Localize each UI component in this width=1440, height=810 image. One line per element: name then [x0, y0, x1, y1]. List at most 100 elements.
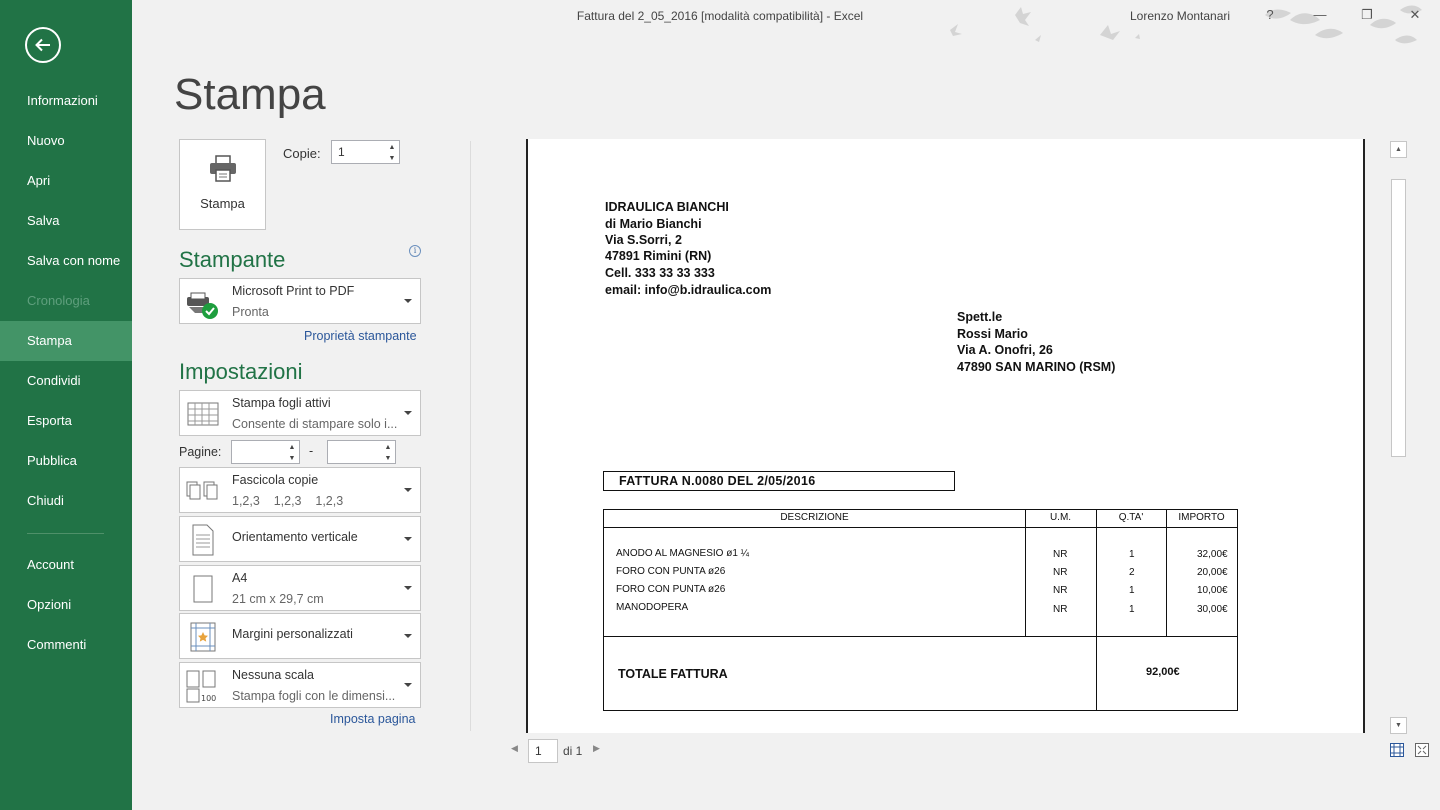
- scrollbar-thumb[interactable]: [1391, 179, 1406, 457]
- chevron-down-icon: [404, 488, 412, 492]
- orientation-dropdown[interactable]: Orientamento verticale: [179, 516, 421, 562]
- printer-properties-link[interactable]: Proprietà stampante: [304, 329, 417, 343]
- invoice-title: FATTURA N.0080 DEL 2/05/2016: [619, 474, 816, 488]
- row-desc: ANODO AL MAGNESIO ø1 ¼: [616, 548, 749, 559]
- scroll-up-icon[interactable]: ▲: [1390, 141, 1407, 158]
- nav-informazioni[interactable]: Informazioni: [0, 81, 132, 121]
- help-button[interactable]: ?: [1255, 3, 1285, 27]
- nav-esporta[interactable]: Esporta: [0, 401, 132, 441]
- copies-label: Copie:: [283, 146, 321, 161]
- page-number-input[interactable]: 1: [528, 739, 558, 763]
- recipient-line: Rossi Mario: [957, 327, 1028, 341]
- printer-section-title: Stampante: [179, 247, 286, 272]
- show-margins-icon[interactable]: [1389, 742, 1405, 758]
- pages-range-dash: -: [309, 444, 314, 458]
- zoom-to-page-icon[interactable]: [1414, 742, 1430, 758]
- copies-down-icon[interactable]: ▼: [385, 153, 399, 164]
- print-button-label: Stampa: [200, 196, 245, 211]
- printer-ready-icon: [187, 292, 218, 319]
- table-header-line: [604, 527, 1237, 528]
- invoice-table: DESCRIZIONE U.M. Q.TA' IMPORTO ANODO AL …: [603, 509, 1238, 711]
- page-setup-link[interactable]: Imposta pagina: [330, 712, 415, 726]
- user-name[interactable]: Lorenzo Montanari: [1130, 9, 1230, 23]
- pane-divider: [470, 141, 471, 731]
- info-icon[interactable]: i: [409, 245, 421, 257]
- paper-size-dropdown[interactable]: A4 21 cm x 29,7 cm: [179, 565, 421, 611]
- nav-nuovo[interactable]: Nuovo: [0, 121, 132, 161]
- arrow-left-icon: [35, 38, 50, 52]
- copies-stepper[interactable]: 1 ▲ ▼: [331, 140, 400, 164]
- recipient-line: Spett.le: [957, 310, 1003, 324]
- page-count: di 1: [563, 744, 583, 758]
- row-amount: 10,00€: [1197, 585, 1228, 596]
- printer-dropdown[interactable]: Microsoft Print to PDF Pronta: [179, 278, 421, 324]
- pages-from-stepper[interactable]: ▲ ▼: [231, 440, 300, 464]
- chevron-down-icon: [404, 411, 412, 415]
- collate-subtitle: 1,2,3 1,2,3 1,2,3: [232, 494, 344, 508]
- no-scaling-icon: 100: [186, 670, 216, 703]
- table-total-line: [604, 636, 1237, 637]
- scroll-down-icon[interactable]: ▼: [1390, 717, 1407, 734]
- nav-salva[interactable]: Salva: [0, 201, 132, 241]
- recipient-line: Via A. Onofri, 26: [957, 343, 1053, 357]
- previous-page-icon[interactable]: ◀: [511, 743, 518, 754]
- collate-dropdown[interactable]: Fascicola copie 1,2,3 1,2,3 1,2,3: [179, 467, 421, 513]
- recipient-line: 47890 SAN MARINO (RSM): [957, 360, 1116, 374]
- table-header-um: U.M.: [1049, 512, 1072, 523]
- next-page-icon[interactable]: ▶: [593, 743, 600, 754]
- settings-section-title: Impostazioni: [179, 359, 303, 384]
- nav-account[interactable]: Account: [0, 545, 132, 585]
- nav-opzioni[interactable]: Opzioni: [0, 585, 132, 625]
- collate-icon: [186, 481, 218, 500]
- row-desc: FORO CON PUNTA ø26: [616, 566, 726, 577]
- sheet-grid-icon: [187, 402, 219, 426]
- copies-up-icon[interactable]: ▲: [385, 142, 399, 153]
- close-button[interactable]: ✕: [1400, 3, 1430, 27]
- nav-condividi[interactable]: Condividi: [0, 361, 132, 401]
- pages-from-up-icon[interactable]: ▲: [285, 442, 299, 453]
- print-button[interactable]: Stampa: [179, 139, 266, 230]
- nav-stampa[interactable]: Stampa: [0, 321, 132, 361]
- chevron-down-icon: [404, 683, 412, 687]
- chevron-down-icon: [404, 537, 412, 541]
- print-scope-title: Stampa fogli attivi: [232, 396, 331, 410]
- nav-chiudi[interactable]: Chiudi: [0, 481, 132, 521]
- nav-pubblica[interactable]: Pubblica: [0, 441, 132, 481]
- pages-to-down-icon[interactable]: ▼: [381, 453, 395, 464]
- printer-icon: [210, 155, 236, 182]
- row-um: NR: [1053, 549, 1068, 560]
- chevron-down-icon: [404, 299, 412, 303]
- row-qty: 1: [1129, 604, 1135, 615]
- restore-button[interactable]: ❐: [1352, 3, 1382, 27]
- margins-dropdown[interactable]: Margini personalizzati: [179, 613, 421, 659]
- row-qty: 1: [1129, 585, 1135, 596]
- pages-from-down-icon[interactable]: ▼: [285, 453, 299, 464]
- pages-label: Pagine:: [179, 445, 222, 459]
- nav-apri[interactable]: Apri: [0, 161, 132, 201]
- minimize-button[interactable]: —: [1305, 3, 1335, 27]
- row-qty: 2: [1129, 567, 1135, 578]
- page-title: Stampa: [174, 70, 326, 119]
- table-header-qty: Q.TA': [1118, 512, 1144, 523]
- nav-salva-con-nome[interactable]: Salva con nome: [0, 241, 132, 281]
- scaling-title: Nessuna scala: [232, 668, 314, 682]
- sender-line: email: info@b.idraulica.com: [605, 283, 772, 297]
- row-um: NR: [1053, 604, 1068, 615]
- row-desc: MANODOPERA: [616, 602, 689, 613]
- orientation-title: Orientamento verticale: [232, 530, 358, 544]
- paper-size-subtitle: 21 cm x 29,7 cm: [232, 592, 324, 606]
- print-scope-dropdown[interactable]: Stampa fogli attivi Consente di stampare…: [179, 390, 421, 436]
- nav-commenti[interactable]: Commenti: [0, 625, 132, 665]
- total-value: 92,00€: [1146, 666, 1180, 678]
- printer-name: Microsoft Print to PDF: [232, 284, 355, 298]
- pages-to-up-icon[interactable]: ▲: [381, 442, 395, 453]
- preview-scrollbar[interactable]: ▲ ▼: [1390, 141, 1407, 734]
- paper-size-title: A4: [232, 571, 248, 585]
- back-button[interactable]: [25, 27, 61, 63]
- scaling-dropdown[interactable]: 100 Nessuna scala Stampa fogli con le di…: [179, 662, 421, 708]
- pages-to-stepper[interactable]: ▲ ▼: [327, 440, 396, 464]
- sender-line: Cell. 333 33 33 333: [605, 266, 715, 280]
- collate-title: Fascicola copie: [232, 473, 319, 487]
- sender-line: di Mario Bianchi: [605, 217, 702, 231]
- nav-cronologia: Cronologia: [27, 293, 90, 308]
